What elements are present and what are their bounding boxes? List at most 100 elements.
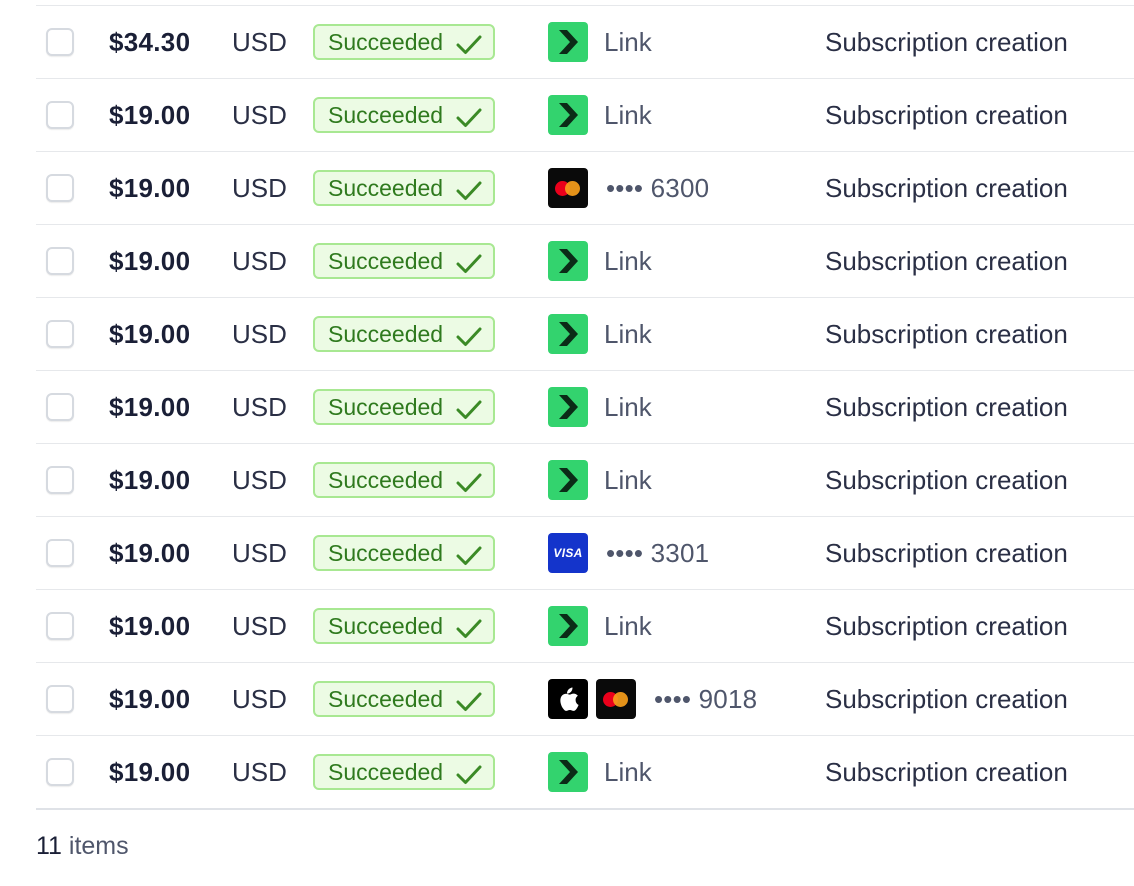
status-text: Succeeded [328, 321, 444, 347]
currency: USD [232, 173, 287, 203]
payment-method: •••• 6300 [548, 168, 709, 208]
amount: $19.00 [109, 173, 191, 203]
mastercard-icon [548, 168, 588, 208]
row-checkbox[interactable] [46, 320, 74, 348]
payment-method-label: Link [604, 392, 652, 422]
row-checkbox[interactable] [46, 466, 74, 494]
payment-method-label: Link [604, 611, 652, 641]
row-checkbox[interactable] [46, 539, 74, 567]
status-badge: Succeeded [313, 608, 495, 644]
payment-method: Link [548, 314, 652, 354]
description: Subscription creation [825, 684, 1068, 714]
table-row[interactable]: $19.00 USD Succeeded Link Subscription creat… [36, 371, 1134, 444]
check-icon [456, 543, 482, 565]
description: Subscription creation [825, 246, 1068, 276]
amount: $19.00 [109, 611, 191, 641]
currency: USD [232, 319, 287, 349]
description: Subscription creation [825, 538, 1068, 568]
check-icon [456, 397, 482, 419]
table-row[interactable]: $19.00 USD Succeeded Link Subscription creat… [36, 444, 1134, 517]
row-checkbox[interactable] [46, 101, 74, 129]
amount: $19.00 [109, 684, 191, 714]
currency: USD [232, 246, 287, 276]
description: Subscription creation [825, 757, 1068, 787]
amount: $19.00 [109, 319, 191, 349]
status-text: Succeeded [328, 613, 444, 639]
status-badge: Succeeded [313, 243, 495, 279]
row-checkbox[interactable] [46, 28, 74, 56]
payment-method: •••• 9018 [548, 679, 757, 719]
payment-method-label: •••• 9018 [654, 684, 758, 714]
payment-method-label: •••• 6300 [606, 173, 710, 203]
payment-method-label: Link [604, 319, 652, 349]
row-checkbox[interactable] [46, 612, 74, 640]
check-icon [456, 32, 482, 54]
item-count: 11 items [36, 828, 129, 864]
status-text: Succeeded [328, 175, 444, 201]
status-badge: Succeeded [313, 170, 495, 206]
status-text: Succeeded [328, 394, 444, 420]
check-icon [456, 762, 482, 784]
table-row[interactable]: $19.00 USD Succeeded VISA •••• 3301 Subscript… [36, 517, 1134, 590]
description: Subscription creation [825, 27, 1068, 57]
table-row[interactable]: $19.00 USD Succeeded Link Subscription creat… [36, 225, 1134, 298]
status-badge: Succeeded [313, 462, 495, 498]
status-text: Succeeded [328, 248, 444, 274]
check-icon [456, 178, 482, 200]
table-row[interactable]: $19.00 USD Succeeded •••• 9018 Subscription … [36, 663, 1134, 736]
status-text: Succeeded [328, 102, 444, 128]
status-text: Succeeded [328, 29, 444, 55]
currency: USD [232, 757, 287, 787]
table-row[interactable]: $19.00 USD Succeeded Link Subscription creat… [36, 298, 1134, 371]
status-badge: Succeeded [313, 681, 495, 717]
payment-method: Link [548, 95, 652, 135]
table-row[interactable]: $34.30 USD Succeeded Link Subscription creat… [36, 6, 1134, 79]
payment-method: Link [548, 752, 652, 792]
description: Subscription creation [825, 465, 1068, 495]
row-checkbox[interactable] [46, 685, 74, 713]
check-icon [456, 689, 482, 711]
payment-method-label: Link [604, 465, 652, 495]
link-pay-icon [548, 95, 588, 135]
payment-method: VISA •••• 3301 [548, 533, 709, 573]
payment-method-label: Link [604, 27, 652, 57]
table-row[interactable]: $19.00 USD Succeeded Link Subscription creat… [36, 736, 1134, 810]
row-checkbox[interactable] [46, 393, 74, 421]
payment-method: Link [548, 460, 652, 500]
check-icon [456, 470, 482, 492]
link-pay-icon [548, 314, 588, 354]
table-row[interactable]: $19.00 USD Succeeded •••• 6300 Subscription … [36, 152, 1134, 225]
table-row[interactable]: $19.00 USD Succeeded Link Subscription creat… [36, 590, 1134, 663]
amount: $19.00 [109, 465, 191, 495]
status-badge: Succeeded [313, 389, 495, 425]
mastercard-icon [596, 679, 636, 719]
status-badge: Succeeded [313, 97, 495, 133]
status-text: Succeeded [328, 540, 444, 566]
description: Subscription creation [825, 173, 1068, 203]
table-row[interactable]: $19.00 USD Succeeded Link Subscription creat… [36, 79, 1134, 152]
row-checkbox[interactable] [46, 758, 74, 786]
amount: $19.00 [109, 392, 191, 422]
amount: $19.00 [109, 757, 191, 787]
status-text: Succeeded [328, 467, 444, 493]
check-icon [456, 324, 482, 346]
description: Subscription creation [825, 392, 1068, 422]
status-badge: Succeeded [313, 535, 495, 571]
payment-method: Link [548, 387, 652, 427]
row-checkbox[interactable] [46, 247, 74, 275]
check-icon [456, 616, 482, 638]
row-checkbox[interactable] [46, 174, 74, 202]
payment-method: Link [548, 22, 652, 62]
amount: $19.00 [109, 246, 191, 276]
payment-method: Link [548, 241, 652, 281]
item-count-suffix: items [68, 832, 129, 860]
payment-method: Link [548, 606, 652, 646]
currency: USD [232, 684, 287, 714]
payment-method-label: •••• 3301 [606, 538, 710, 568]
payment-method-label: Link [604, 100, 652, 130]
description: Subscription creation [825, 611, 1068, 641]
description: Subscription creation [825, 319, 1068, 349]
check-icon [456, 251, 482, 273]
status-text: Succeeded [328, 759, 444, 785]
link-pay-icon [548, 22, 588, 62]
